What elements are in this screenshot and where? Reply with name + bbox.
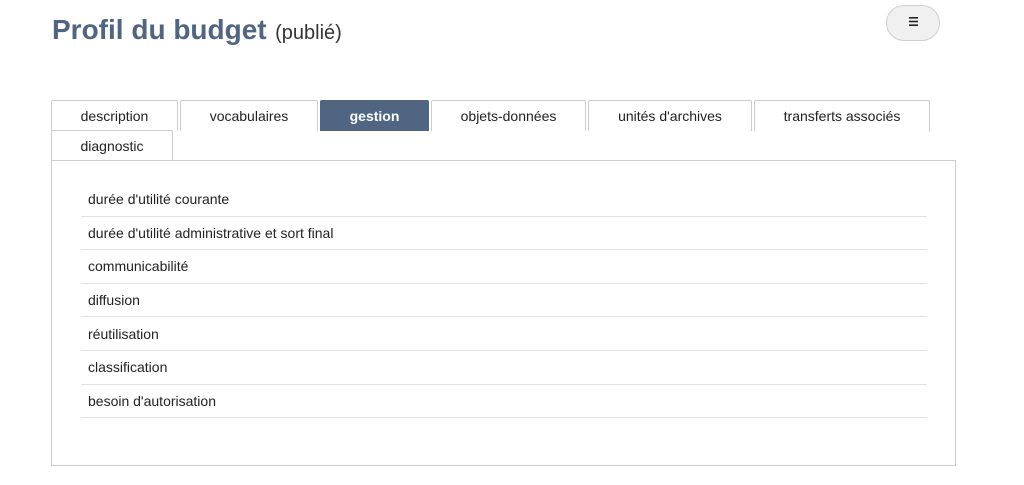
tab-transferts-associes[interactable]: transferts associés [754, 100, 930, 131]
tab-gestion[interactable]: gestion [320, 100, 429, 131]
tab-label: transferts associés [783, 108, 901, 124]
tab-label: objets-données [460, 108, 557, 124]
list-item[interactable]: besoin d'autorisation [81, 385, 927, 419]
tab-unites-archives[interactable]: unités d'archives [588, 100, 752, 131]
management-section-list: durée d'utilité courante durée d'utilité… [81, 183, 927, 419]
page: Profil du budget (publié) description vo… [0, 0, 1024, 485]
tab-vocabulaires[interactable]: vocabulaires [180, 100, 318, 131]
tab-label: diagnostic [80, 138, 144, 154]
publication-status: (publié) [275, 22, 342, 44]
page-title: Profil du budget (publié) [52, 14, 342, 46]
tab-label: vocabulaires [209, 108, 289, 124]
list-item[interactable]: durée d'utilité courante [81, 183, 927, 217]
list-item[interactable]: diffusion [81, 284, 927, 318]
list-item[interactable]: réutilisation [81, 317, 927, 351]
tab-diagnostic[interactable]: diagnostic [51, 130, 173, 161]
hamburger-menu-icon [908, 16, 918, 26]
list-item[interactable]: communicabilité [81, 250, 927, 284]
tab-label: unités d'archives [618, 108, 722, 124]
tab-objets-donnees[interactable]: objets-données [431, 100, 586, 131]
tab-label: gestion [349, 108, 400, 124]
tab-description[interactable]: description [51, 100, 178, 131]
menu-button[interactable] [886, 5, 940, 41]
tab-panel-gestion: durée d'utilité courante durée d'utilité… [51, 160, 956, 466]
list-item[interactable]: durée d'utilité administrative et sort f… [81, 217, 927, 251]
page-title-main: Profil du budget [52, 14, 267, 45]
list-item[interactable]: classification [81, 351, 927, 385]
tab-label: description [80, 108, 149, 124]
